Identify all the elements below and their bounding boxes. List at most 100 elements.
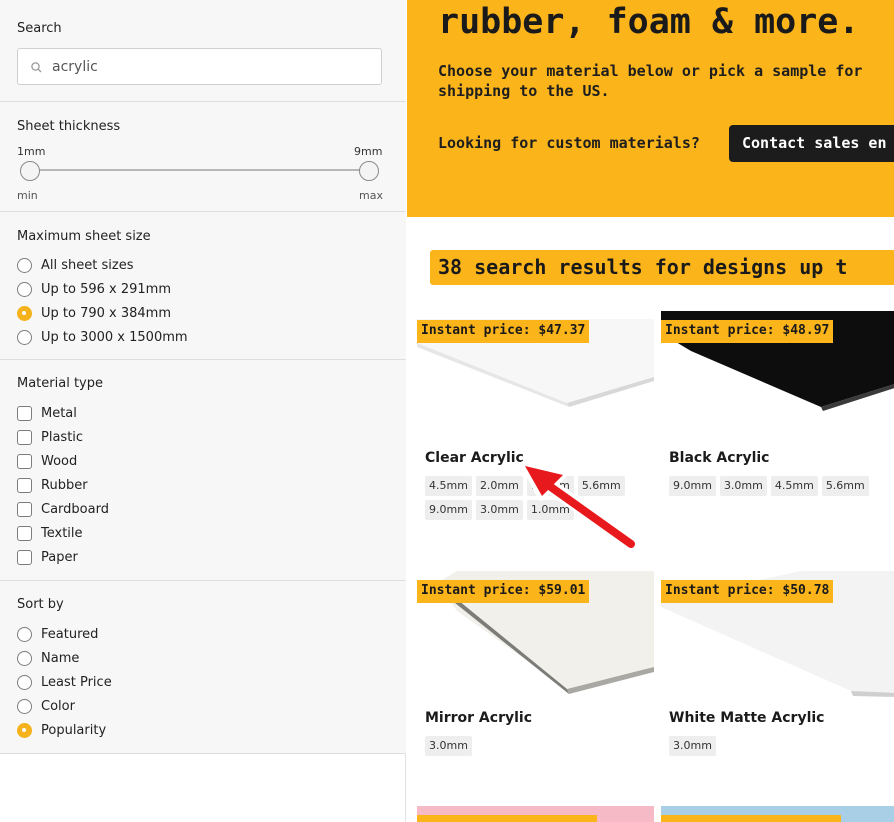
thickness-min-handle[interactable] <box>20 161 40 181</box>
option-label: All sheet sizes <box>41 257 134 273</box>
option-label: Up to 790 x 384mm <box>41 305 171 321</box>
sheet-size-option-790[interactable]: Up to 790 x 384mm <box>17 304 171 322</box>
sheet-size-option-all[interactable]: All sheet sizes <box>17 256 133 274</box>
thickness-chip[interactable]: 9.0mm <box>425 500 472 520</box>
search-box[interactable] <box>17 48 382 85</box>
instant-price-badge: Instant price: $47.37 <box>417 320 590 343</box>
instant-price-badge: Instant price: $48.97 <box>661 320 834 343</box>
product-card-next-row-left[interactable] <box>417 806 654 822</box>
thickness-section: Sheet thickness <box>0 102 406 212</box>
material-option-metal[interactable]: Metal <box>17 404 77 422</box>
search-title: Search <box>17 21 62 36</box>
contact-sales-button[interactable]: Contact sales en <box>729 125 894 162</box>
search-section: Search <box>0 0 406 102</box>
thickness-chip[interactable]: 1.5mm <box>526 476 574 496</box>
hero-subtitle: Choose your material below or pick a sam… <box>438 62 863 100</box>
thickness-chip[interactable]: 3.0mm <box>719 476 767 496</box>
material-option-paper[interactable]: Paper <box>17 548 78 566</box>
thickness-chips: 3.0mm <box>425 736 635 756</box>
radio-button[interactable] <box>17 257 32 273</box>
material-option-rubber[interactable]: Rubber <box>17 476 88 494</box>
search-input[interactable] <box>52 55 372 79</box>
radio-button[interactable] <box>17 626 32 642</box>
instant-price-badge-partial <box>417 815 597 822</box>
custom-materials-text: Looking for custom materials? <box>438 134 700 152</box>
checkbox[interactable] <box>17 525 32 541</box>
thickness-chip[interactable]: 5.6mm <box>821 476 869 496</box>
material-option-cardboard[interactable]: Cardboard <box>17 500 109 518</box>
sort-option-popularity[interactable]: Popularity <box>17 721 106 739</box>
option-label: Wood <box>41 453 78 469</box>
option-label: Up to 3000 x 1500mm <box>41 329 188 345</box>
product-card-next-row-right[interactable] <box>661 806 894 822</box>
radio-button[interactable] <box>17 674 32 690</box>
option-label: Up to 596 x 291mm <box>41 281 171 297</box>
sheet-size-title: Maximum sheet size <box>17 229 151 244</box>
option-label: Metal <box>41 405 77 421</box>
option-label: Name <box>41 650 80 666</box>
material-type-title: Material type <box>17 376 103 391</box>
radio-button[interactable] <box>17 329 32 345</box>
thickness-chip[interactable]: 3.0mm <box>475 500 523 520</box>
hero-title: rubber, foam & more. <box>438 2 860 42</box>
checkbox[interactable] <box>17 501 32 517</box>
option-label: Popularity <box>41 722 107 738</box>
hero-banner: rubber, foam & more. Choose your materia… <box>407 0 894 217</box>
option-label: Cardboard <box>41 501 109 517</box>
checkbox[interactable] <box>17 453 32 469</box>
sort-option-name[interactable]: Name <box>17 649 79 667</box>
product-name[interactable]: Mirror Acrylic <box>425 710 532 726</box>
thickness-chip[interactable]: 1.0mm <box>526 500 574 520</box>
option-label: Plastic <box>41 429 84 445</box>
option-label: Paper <box>41 549 78 565</box>
checkbox[interactable] <box>17 549 32 565</box>
checkbox[interactable] <box>17 405 32 421</box>
option-label: Textile <box>41 525 83 541</box>
product-name[interactable]: Black Acrylic <box>669 450 769 466</box>
product-name[interactable]: Clear Acrylic <box>425 450 524 466</box>
thickness-chip[interactable]: 5.6mm <box>577 476 625 496</box>
thickness-max-handle[interactable] <box>359 161 379 181</box>
filter-sidebar: Search Sheet thickness 1mm 9mm min max M… <box>0 0 406 822</box>
thickness-max-label: max <box>359 189 383 202</box>
sheet-size-option-596[interactable]: Up to 596 x 291mm <box>17 280 171 298</box>
material-option-textile[interactable]: Textile <box>17 524 83 542</box>
radio-button[interactable] <box>17 650 32 666</box>
instant-price-badge: Instant price: $50.78 <box>661 580 834 603</box>
results-main: rubber, foam & more. Choose your materia… <box>407 0 894 822</box>
sort-option-featured[interactable]: Featured <box>17 625 98 643</box>
product-name[interactable]: White Matte Acrylic <box>669 710 824 726</box>
radio-button-selected[interactable] <box>17 722 32 738</box>
sort-option-color[interactable]: Color <box>17 697 75 715</box>
thickness-slider-track[interactable] <box>30 169 369 171</box>
checkbox[interactable] <box>17 477 32 493</box>
material-option-plastic[interactable]: Plastic <box>17 428 83 446</box>
thickness-chip[interactable]: 4.5mm <box>425 476 472 496</box>
material-option-wood[interactable]: Wood <box>17 452 77 470</box>
thickness-chip[interactable]: 3.0mm <box>669 736 716 756</box>
search-icon <box>31 62 42 73</box>
thickness-chip[interactable]: 4.5mm <box>770 476 818 496</box>
thickness-chip[interactable]: 9.0mm <box>669 476 716 496</box>
thickness-min-label: min <box>17 189 38 202</box>
radio-button-selected[interactable] <box>17 305 32 321</box>
thickness-max-value: 9mm <box>354 145 383 158</box>
thickness-chips: 4.5mm 2.0mm 1.5mm 5.6mm 9.0mm 3.0mm 1.0m… <box>425 476 635 520</box>
option-label: Featured <box>41 626 99 642</box>
results-heading: 38 search results for designs up t <box>430 250 894 285</box>
instant-price-badge-partial <box>661 815 841 822</box>
thickness-chip[interactable]: 2.0mm <box>475 476 523 496</box>
radio-button[interactable] <box>17 698 32 714</box>
thickness-chip[interactable]: 3.0mm <box>425 736 472 756</box>
checkbox[interactable] <box>17 429 32 445</box>
radio-button[interactable] <box>17 281 32 297</box>
sheet-size-option-3000[interactable]: Up to 3000 x 1500mm <box>17 328 188 346</box>
sort-by-title: Sort by <box>17 597 64 612</box>
sort-option-least-price[interactable]: Least Price <box>17 673 112 691</box>
thickness-chips: 9.0mm 3.0mm 4.5mm 5.6mm <box>669 476 879 496</box>
option-label: Color <box>41 698 75 714</box>
thickness-chips: 3.0mm <box>669 736 879 756</box>
thickness-title: Sheet thickness <box>17 119 121 134</box>
instant-price-badge: Instant price: $59.01 <box>417 580 590 603</box>
thickness-min-value: 1mm <box>17 145 46 158</box>
